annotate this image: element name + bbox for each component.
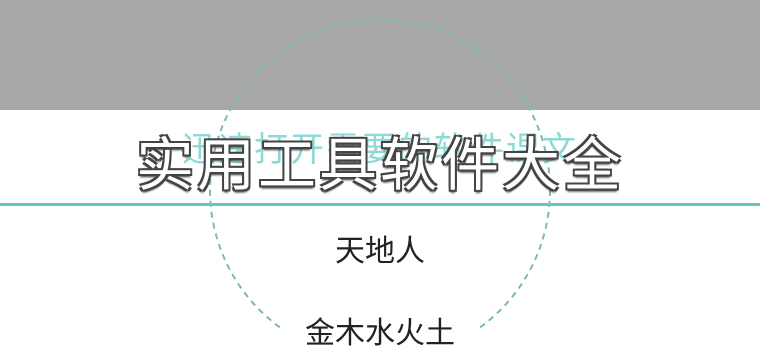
header-background-band bbox=[0, 0, 760, 110]
header-divider bbox=[0, 203, 760, 206]
list-item-jinmushuihuotu[interactable]: 金木水火土 bbox=[0, 316, 760, 352]
page-title: 实用工具软件大全 bbox=[135, 131, 624, 199]
list-item-tiandiren[interactable]: 天地人 bbox=[0, 234, 760, 270]
